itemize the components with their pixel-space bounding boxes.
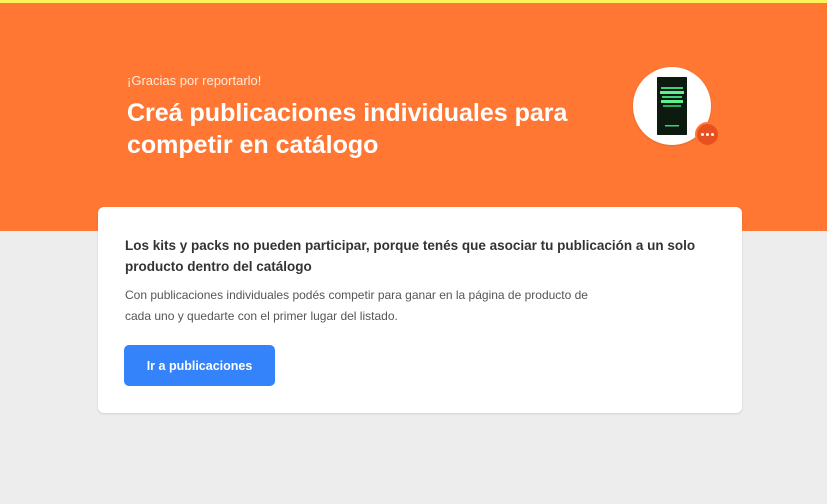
book-cover-icon (657, 77, 687, 135)
more-dots-icon[interactable] (695, 122, 720, 147)
hero-eyebrow: ¡Gracias por reportarlo! (127, 73, 262, 88)
info-card: Los kits y packs no pueden participar, p… (98, 207, 742, 413)
card-title: Los kits y packs no pueden participar, p… (125, 238, 696, 274)
go-to-publications-button[interactable]: Ir a publicaciones (124, 345, 275, 386)
hero-title: Creá publicaciones individuales para com… (127, 99, 568, 159)
card-description: Con publicaciones individuales podés com… (125, 288, 588, 323)
